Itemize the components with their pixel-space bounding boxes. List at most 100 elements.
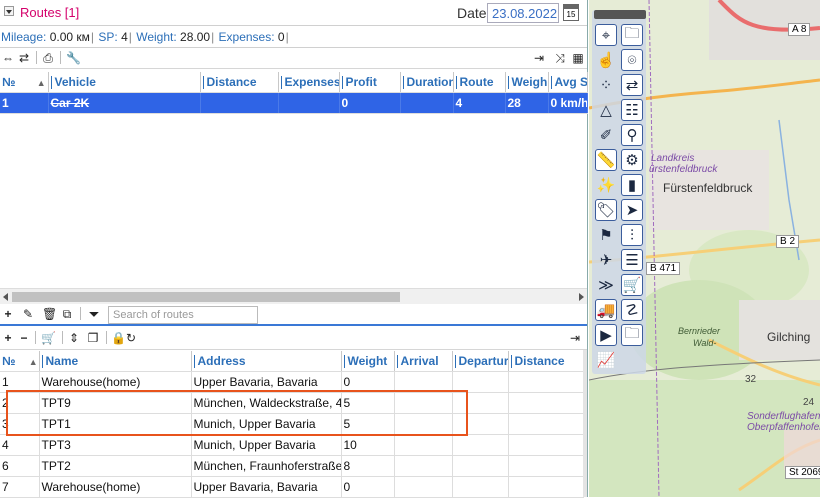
swap-icon[interactable]: ⇔ xyxy=(2,51,14,65)
pcol-name[interactable]: Name xyxy=(39,351,192,372)
add-icon[interactable]: + xyxy=(3,307,13,321)
horizontal-scrollbar[interactable] xyxy=(0,288,587,304)
truck-icon[interactable]: 🚚 xyxy=(595,299,617,321)
location-pin-icon[interactable]: ⌾ xyxy=(621,49,643,71)
point-address: Munich, Upper Bavaria xyxy=(191,413,342,435)
point-no: 1 xyxy=(0,371,40,393)
point-weight: 0 xyxy=(341,476,395,498)
magic-wand-icon[interactable]: ✨ xyxy=(595,174,617,196)
point-no: 6 xyxy=(0,455,40,477)
col-route[interactable]: Route xyxy=(453,72,506,93)
point-address: München, Waldeckstraße, 49 xyxy=(191,392,342,414)
table-row[interactable]: 6 TPT2 München, Fraunhoferstraße, 38 xyxy=(0,455,584,477)
map-label-bernrieder: Bernrieder xyxy=(678,326,721,336)
play-icon[interactable]: ▶ xyxy=(595,324,617,346)
ruler-icon[interactable]: 📏 xyxy=(595,149,617,171)
growth-chart-icon[interactable]: 📈 xyxy=(595,349,617,371)
point-name: Warehouse(home) xyxy=(39,476,192,498)
table-row[interactable]: 1 Warehouse(home) Upper Bavaria, Bavaria 0 xyxy=(0,371,584,393)
collapse-icon[interactable] xyxy=(4,6,14,16)
col-avg-speed[interactable]: Avg S xyxy=(548,72,588,93)
list-clock-icon[interactable]: ☰ xyxy=(621,249,643,271)
scroll-thumb[interactable] xyxy=(12,292,400,302)
brush-icon[interactable]: ✐ xyxy=(595,124,617,146)
add-point-icon[interactable]: + xyxy=(3,331,13,345)
col-weight[interactable]: Weigh xyxy=(505,72,549,93)
date-field[interactable]: 23.08.2022 xyxy=(487,3,559,23)
remove-point-icon[interactable]: − xyxy=(18,331,30,345)
pcol-distance[interactable]: Distance xyxy=(508,351,584,372)
pcol-no[interactable]: № ▲ xyxy=(0,351,40,372)
point-name: TPT3 xyxy=(39,434,192,456)
points-toolbar: + − 🛒 ⇕ ❐ 🔒 ↻ ⇥ xyxy=(0,328,587,350)
scroll-left-icon[interactable] xyxy=(3,293,8,301)
table-row[interactable]: 2 TPT9 München, Waldeckstraße, 49 5 xyxy=(0,392,584,414)
col-expenses[interactable]: Expenses xyxy=(278,72,340,93)
route-row[interactable]: 1 Car 2K 0 4 28 0 km/h xyxy=(0,92,588,114)
sp-label: SP: xyxy=(98,30,118,44)
col-duration[interactable]: Duration xyxy=(400,72,454,93)
pcol-address[interactable]: Address xyxy=(191,351,342,372)
wrench-icon[interactable]: 🔧 xyxy=(66,51,81,65)
wifi-signal-icon[interactable]: ☡ xyxy=(621,299,643,321)
hand-pointer-icon[interactable]: ☝ xyxy=(595,49,617,71)
calendar-icon[interactable]: 15 xyxy=(563,4,579,21)
table-row[interactable]: 4 TPT3 Munich, Upper Bavaria 10 xyxy=(0,434,584,456)
filter-icon[interactable]: ⏷ xyxy=(87,307,101,321)
pcol-weight[interactable]: Weight xyxy=(341,351,395,372)
map-label-sonderflughafen: Sonderflughafen xyxy=(747,411,820,422)
stack-icon[interactable]: ❐ xyxy=(85,331,101,345)
col-no[interactable]: № ▲ xyxy=(0,72,49,93)
search-input[interactable]: Search of routes xyxy=(108,306,258,324)
swap-arrows-icon[interactable]: ⇄ xyxy=(621,74,643,96)
delete-icon[interactable]: 🗑 xyxy=(42,307,57,321)
point-no: 2 xyxy=(0,392,40,414)
col-profit[interactable]: Profit xyxy=(339,72,401,93)
tag-icon[interactable]: 🏷 xyxy=(595,199,617,221)
table-row[interactable]: 7 Warehouse(home) Upper Bavaria, Bavaria 0 xyxy=(0,476,584,498)
refresh-icon[interactable]: ↻ xyxy=(126,331,136,345)
col-vehicle[interactable]: Vehicle xyxy=(48,72,201,93)
route-pin-icon[interactable]: ⚑ xyxy=(595,224,617,246)
sort-icon[interactable]: ⇕ xyxy=(68,331,80,345)
shuffle-icon[interactable]: ⤨ xyxy=(554,51,566,65)
send-icon[interactable]: ➤ xyxy=(621,199,643,221)
grid-icon[interactable]: ▦ xyxy=(572,51,584,65)
lock-icon[interactable]: 🔒 xyxy=(111,331,126,345)
point-weight: 8 xyxy=(341,455,395,477)
bar-chart-icon[interactable]: ▮ xyxy=(621,174,643,196)
merge-arrows-icon[interactable]: ≫ xyxy=(595,274,617,296)
road-sign-b2: B 2 xyxy=(776,235,800,248)
cart-icon[interactable]: 🛒 xyxy=(41,331,56,345)
point-address: Upper Bavaria, Bavaria xyxy=(191,476,342,498)
print-icon[interactable]: ⎙ xyxy=(42,51,54,65)
route-summary: Mileage: 0.00 км| SP: 4| Weight: 28.00| … xyxy=(0,26,587,48)
crosshair-icon[interactable]: ⌖ xyxy=(595,24,617,46)
export-icon[interactable]: ⇥ xyxy=(533,51,545,65)
table-row[interactable]: 3 TPT1 Munich, Upper Bavaria 5 xyxy=(0,413,584,435)
routes-header: № ▲ Vehicle Distance Expenses Profit Dur… xyxy=(0,72,588,93)
list-remove-icon[interactable]: ☷ xyxy=(621,99,643,121)
pcol-departure[interactable]: Departur xyxy=(452,351,509,372)
weight-value: 28.00 xyxy=(180,30,211,44)
expenses-label: Expenses: xyxy=(218,30,275,44)
vertical-scrollbar[interactable] xyxy=(583,350,587,497)
folder-return-icon[interactable]: 🗀 xyxy=(621,324,643,346)
points-icon[interactable]: ⁘ xyxy=(595,74,617,96)
folder-back-icon[interactable]: 🗀 xyxy=(621,24,643,46)
copy-icon[interactable]: ⧉ xyxy=(61,307,73,321)
edit-icon[interactable]: ✎ xyxy=(22,307,34,321)
gear-icon[interactable]: ⚙ xyxy=(621,149,643,171)
col-distance[interactable]: Distance xyxy=(200,72,279,93)
route-remove-icon[interactable]: ⚲ xyxy=(621,124,643,146)
polygon-icon[interactable]: △ xyxy=(595,99,617,121)
sliders-icon[interactable]: ⫶ xyxy=(621,224,643,246)
export-points-icon[interactable]: ⇥ xyxy=(569,331,581,345)
pcol-arrival[interactable]: Arrival xyxy=(394,351,453,372)
reverse-icon[interactable]: ⇄ xyxy=(18,51,30,65)
panel-grip[interactable] xyxy=(594,10,646,19)
map-view[interactable]: A 8 Landkreis ürstenfeldbruck Fürstenfel… xyxy=(589,0,820,497)
cart-clock-icon[interactable]: 🛒 xyxy=(621,274,643,296)
satellite-icon[interactable]: ✈ xyxy=(595,249,617,271)
scroll-right-icon[interactable] xyxy=(579,293,584,301)
